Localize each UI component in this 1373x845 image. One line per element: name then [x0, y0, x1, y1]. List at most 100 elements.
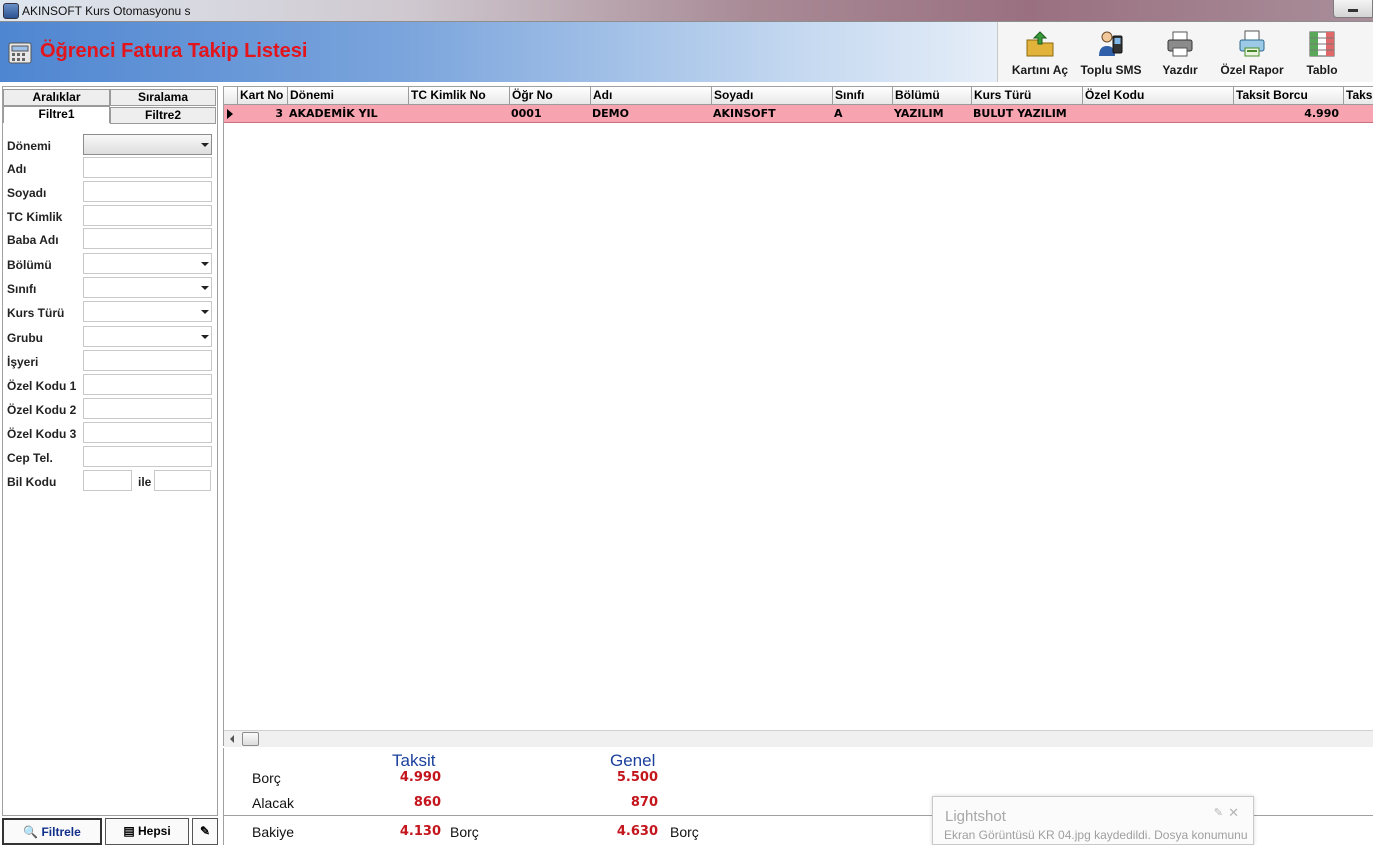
filter-row: Bölümü — [7, 253, 215, 275]
bil-kodu-from-input[interactable] — [83, 470, 132, 491]
summary-taksit-bakiye: 4.130 — [399, 824, 441, 839]
summary-head-genel: Genel — [610, 751, 656, 770]
open-card-button[interactable]: Kartını Aç — [1008, 26, 1072, 78]
lightshot-notification[interactable]: Lightshot ✎ ✕ Ekran Görüntüsü KR 04.jpg … — [932, 796, 1254, 845]
print-button[interactable]: Yazdır — [1156, 26, 1204, 78]
scroll-thumb[interactable] — [242, 732, 259, 746]
tab-filtre2[interactable]: Filtre2 — [110, 107, 216, 124]
summary-taksit-alacak: 860 — [413, 795, 441, 810]
filter-label: Dönemi — [7, 139, 52, 153]
table-cell — [1082, 105, 1233, 123]
bil-kodu-to-input[interactable] — [154, 470, 211, 491]
filter-select[interactable] — [83, 134, 212, 155]
filter-input[interactable] — [83, 157, 212, 178]
bil-kodu-row: Bil Kodu ile — [7, 470, 215, 492]
column-header[interactable]: Sınıfı — [832, 87, 892, 105]
chevron-down-icon — [201, 310, 209, 314]
toolbar: Kartını Aç Toplu SMS Yazdır Özel Rapor T… — [997, 22, 1373, 82]
summary-genel-bakiye-type: Borç — [670, 824, 699, 840]
filter-button[interactable]: 🔍 Filtrele — [2, 818, 102, 845]
open-card-label: Kartını Aç — [1011, 63, 1069, 77]
filter-select[interactable] — [83, 301, 212, 322]
documents-icon: ▤ — [123, 824, 135, 838]
filter-row: Özel Kodu 3 — [7, 422, 215, 444]
table-row[interactable]: 3 AKADEMİK YIL 0001 DEMO AKINSOFT A YAZILIM BUL… — [224, 105, 1373, 123]
bulk-sms-button[interactable]: Toplu SMS — [1078, 26, 1144, 78]
table-cell: A — [834, 107, 843, 120]
table-cell: 3 — [275, 107, 283, 120]
filter-row: Adı — [7, 157, 215, 179]
column-header[interactable]: Öğr No — [509, 87, 590, 105]
filter-select[interactable] — [83, 253, 212, 274]
data-grid: Kart No Dönemi TC Kimlik No Öğr No Adı Soyadı… — [223, 86, 1373, 747]
notification-text: Ekran Görüntüsü KR 04.jpg kaydedildi. Do… — [944, 828, 1248, 842]
tab-siralama[interactable]: Sıralama — [110, 89, 216, 106]
app-icon — [3, 3, 19, 19]
filter-row: Cep Tel. — [7, 446, 215, 468]
chevron-down-icon — [201, 262, 209, 266]
column-header[interactable]: Taks — [1343, 87, 1373, 105]
summary-taksit-bakiye-type: Borç — [450, 824, 479, 840]
filter-label: Cep Tel. — [7, 451, 53, 465]
column-header[interactable]: Adı — [590, 87, 711, 105]
horizontal-scrollbar[interactable] — [224, 730, 1373, 747]
tab-araliklar[interactable]: Aralıklar — [3, 89, 110, 106]
filter-row: Baba Adı — [7, 228, 215, 250]
filter-label: Özel Kodu 3 — [7, 427, 77, 441]
summary-borc-label: Borç — [252, 770, 281, 786]
filter-button-label: Filtrele — [41, 825, 81, 839]
filter-input[interactable] — [83, 228, 212, 249]
clear-button[interactable]: ✎ — [192, 818, 218, 845]
phone-user-icon — [1099, 31, 1123, 56]
filter-panel: Aralıklar Sıralama Filtre1 Filtre2 Dönem… — [2, 86, 218, 816]
chevron-down-icon — [201, 143, 209, 147]
minimize-button[interactable] — [1333, 0, 1373, 18]
tab-filtre1[interactable]: Filtre1 — [3, 106, 110, 123]
chevron-down-icon — [201, 286, 209, 290]
column-header[interactable]: TC Kimlik No — [408, 87, 509, 105]
filter-label: Bölümü — [7, 258, 52, 272]
window-title: AKINSOFT Kurs Otomasyonu s — [22, 4, 191, 18]
page-header: Öğrenci Fatura Takip Listesi — [0, 22, 997, 82]
column-header[interactable]: Dönemi — [287, 87, 408, 105]
minimize-icon — [1348, 9, 1358, 12]
table-button[interactable]: Tablo — [1298, 26, 1346, 78]
summary-alacak-label: Alacak — [252, 795, 295, 811]
filter-actions: 🔍 Filtrele ▤ Hepsi ✎ — [2, 818, 218, 845]
row-indicator-icon — [227, 109, 233, 119]
filter-label: Kurs Türü — [7, 306, 65, 320]
filter-label: Özel Kodu 2 — [7, 403, 77, 417]
column-header[interactable]: Özel Kodu — [1082, 87, 1233, 105]
filter-select[interactable] — [83, 326, 212, 347]
close-icon[interactable]: ✕ — [1228, 805, 1239, 821]
filter-row: Soyadı — [7, 181, 215, 203]
filter-input[interactable] — [83, 398, 212, 419]
custom-report-button[interactable]: Özel Rapor — [1218, 26, 1286, 78]
column-header[interactable]: Taksit Borcu — [1233, 87, 1343, 105]
filter-input[interactable] — [83, 205, 212, 226]
filter-row: İşyeri — [7, 350, 215, 372]
column-header[interactable]: Soyadı — [711, 87, 832, 105]
page-title: Öğrenci Fatura Takip Listesi — [40, 40, 308, 62]
filter-input[interactable] — [83, 422, 212, 443]
column-header[interactable]: Kurs Türü — [971, 87, 1082, 105]
filter-label: Grubu — [7, 331, 43, 345]
filter-input[interactable] — [83, 446, 212, 467]
table-cell: AKADEMİK YIL — [289, 107, 378, 120]
filter-input[interactable] — [83, 350, 212, 371]
filter-input[interactable] — [83, 374, 212, 395]
all-button[interactable]: ▤ Hepsi — [105, 818, 189, 845]
column-header[interactable]: Kart No — [237, 87, 287, 105]
bil-kodu-label: Bil Kodu — [7, 475, 57, 489]
summary-genel-bakiye: 4.630 — [616, 824, 658, 839]
custom-report-label: Özel Rapor — [1220, 63, 1284, 77]
filter-label: Adı — [7, 162, 27, 176]
filter-label: Özel Kodu 1 — [7, 379, 77, 393]
filter-input[interactable] — [83, 181, 212, 202]
filter-row: Grubu — [7, 326, 215, 348]
column-header[interactable]: Bölümü — [892, 87, 971, 105]
filter-select[interactable] — [83, 277, 212, 298]
settings-icon[interactable]: ✎ — [1214, 806, 1223, 819]
scroll-left-icon[interactable] — [230, 735, 234, 743]
printer-icon — [1167, 31, 1193, 57]
